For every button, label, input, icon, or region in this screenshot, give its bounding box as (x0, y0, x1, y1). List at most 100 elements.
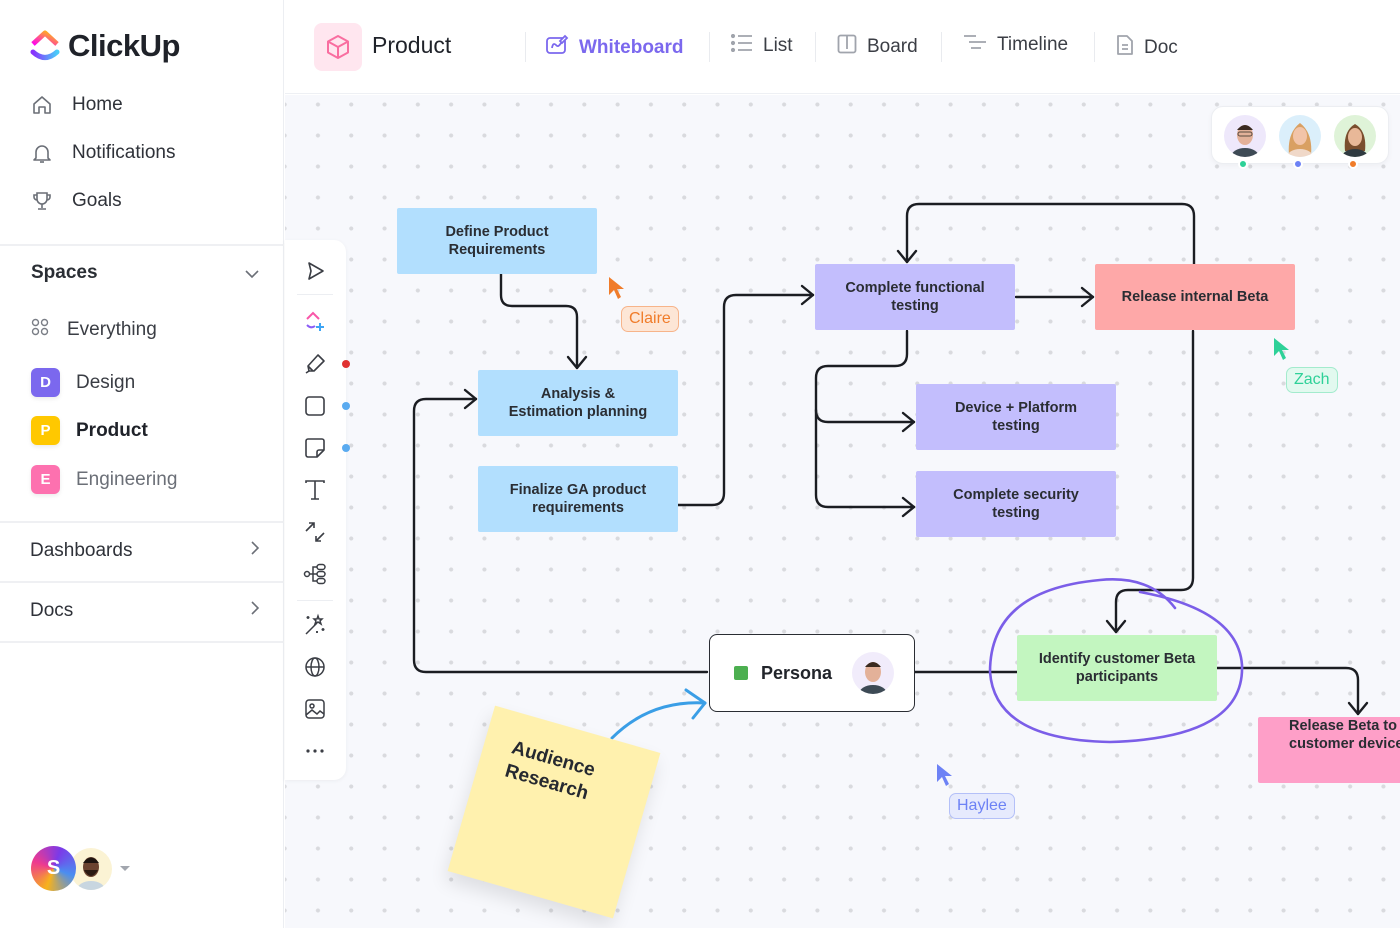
node-text: Define Product Requirements (445, 224, 549, 258)
embed-web-tool[interactable] (302, 654, 328, 680)
trophy-icon (30, 189, 54, 213)
node-release-beta-customers[interactable]: Release Beta to customer devices (1258, 717, 1400, 783)
space-item-engineering[interactable]: E Engineering (31, 465, 177, 494)
tab-board[interactable]: Board (837, 34, 918, 60)
tab-list[interactable]: List (730, 33, 793, 58)
node-label-line: testing (992, 505, 1040, 521)
node-label-line: testing (891, 298, 939, 314)
tab-divider (1094, 32, 1095, 62)
cursor-label-haylee: Haylee (949, 793, 1015, 819)
cursor-claire-icon (609, 277, 624, 299)
shape-color-dot (342, 402, 350, 410)
cursor-haylee-icon (937, 764, 952, 786)
home-icon (30, 93, 54, 117)
mind-map-tool[interactable] (302, 561, 328, 587)
sidebar-item-label: Notifications (72, 142, 176, 163)
caret-down-icon (120, 866, 130, 871)
node-label-line: Release internal Beta (1121, 289, 1269, 305)
node-identify-beta-participants[interactable]: Identify customer Beta participants (1017, 635, 1217, 701)
sidebar-item-home[interactable]: Home (30, 93, 123, 117)
collaborator-avatar[interactable] (1334, 115, 1376, 157)
node-release-internal-beta[interactable]: Release internal Beta (1095, 264, 1295, 330)
persona-card[interactable]: Persona (709, 634, 915, 712)
section-label: Docs (30, 600, 74, 621)
sidebar-divider (0, 244, 284, 246)
tab-whiteboard[interactable]: Whiteboard (545, 34, 684, 62)
sidebar-divider (0, 521, 284, 523)
image-icon (305, 699, 325, 719)
tab-label: Doc (1144, 37, 1178, 58)
node-device-platform-testing[interactable]: Device + Platform testing (916, 384, 1116, 450)
node-label-line: customer devices (1289, 736, 1400, 752)
user-menu[interactable]: S (31, 846, 130, 891)
space-item-design[interactable]: D Design (31, 368, 135, 397)
tab-doc[interactable]: Doc (1116, 34, 1178, 62)
grid-icon (31, 318, 49, 342)
node-label-line: testing (992, 418, 1040, 434)
node-label-line: Finalize GA product (509, 482, 647, 498)
tab-divider (709, 32, 710, 62)
magic-tool[interactable] (302, 612, 328, 638)
space-label: Product (76, 419, 148, 441)
clickup-ai-tool[interactable] (302, 308, 328, 334)
node-finalize-ga[interactable]: Finalize GA product requirements (478, 466, 678, 532)
shape-tool[interactable] (302, 393, 328, 419)
sidebar: ClickUp Home Notifications Goals Spaces … (0, 0, 284, 928)
sidebar-item-everything[interactable]: Everything (31, 318, 157, 342)
connector-tool[interactable] (302, 519, 328, 545)
node-label-line: requirements (532, 500, 624, 516)
node-label: Define Product Requirements (432, 223, 562, 259)
cursor-icon (308, 262, 324, 280)
select-tool[interactable] (302, 258, 328, 284)
chevron-down-icon[interactable] (244, 266, 260, 287)
space-badge: E (31, 465, 60, 494)
tab-label: Whiteboard (579, 37, 684, 58)
collaborators-panel (1211, 106, 1389, 169)
sidebar-item-goals[interactable]: Goals (30, 189, 122, 213)
teammate-avatar (70, 847, 112, 890)
user-avatar: S (31, 846, 76, 891)
marker-tool[interactable] (302, 351, 328, 377)
node-label-line: Complete functional (845, 280, 985, 296)
board-icon (837, 34, 857, 60)
section-label: Dashboards (30, 540, 133, 561)
sidebar-item-docs[interactable]: Docs (30, 600, 262, 622)
sidebar-item-notifications[interactable]: Notifications (30, 141, 176, 165)
cube-icon (314, 23, 362, 71)
space-item-product[interactable]: P Product (31, 416, 148, 445)
more-tools[interactable] (302, 738, 328, 764)
header: Product Whiteboard List Board Timeline D… (285, 0, 1400, 94)
node-label-line: Estimation planning (508, 404, 648, 420)
collaborator-avatar[interactable] (1279, 115, 1321, 157)
persona-label: Persona (761, 662, 833, 683)
node-label-line: Release Beta to (1289, 718, 1397, 734)
tab-timeline[interactable]: Timeline (963, 34, 1068, 56)
node-security-testing[interactable]: Complete security testing (916, 471, 1116, 537)
sidebar-item-dashboards[interactable]: Dashboards (30, 540, 262, 562)
timeline-icon (963, 34, 987, 56)
clickup-logo[interactable]: ClickUp (30, 28, 180, 64)
node-define-requirements[interactable]: Define Product Requirements (397, 208, 597, 274)
spaces-header[interactable]: Spaces (31, 262, 98, 284)
more-icon (306, 749, 324, 753)
sticky-note-tool[interactable] (302, 435, 328, 461)
doc-icon (1116, 34, 1134, 62)
clickup-ai-icon (306, 311, 324, 331)
magic-wand-icon (305, 613, 325, 635)
tab-label: Timeline (997, 34, 1069, 55)
square-icon (305, 396, 325, 416)
image-tool[interactable] (302, 696, 328, 722)
space-label: Design (76, 371, 136, 393)
node-label-line: Complete security (953, 487, 1079, 503)
node-analysis-planning[interactable]: Analysis & Estimation planning (478, 370, 678, 436)
node-functional-testing[interactable]: Complete functional testing (815, 264, 1015, 330)
marker-icon (305, 354, 325, 374)
sidebar-item-label: Everything (67, 319, 157, 340)
chevron-right-icon (248, 540, 262, 562)
tab-label: Board (867, 36, 918, 57)
collaborator-avatar[interactable] (1224, 115, 1266, 157)
cursor-zach-icon (1274, 338, 1289, 360)
toolbar-divider (297, 600, 333, 601)
text-tool[interactable] (302, 477, 328, 503)
cursor-label-zach: Zach (1286, 367, 1338, 393)
